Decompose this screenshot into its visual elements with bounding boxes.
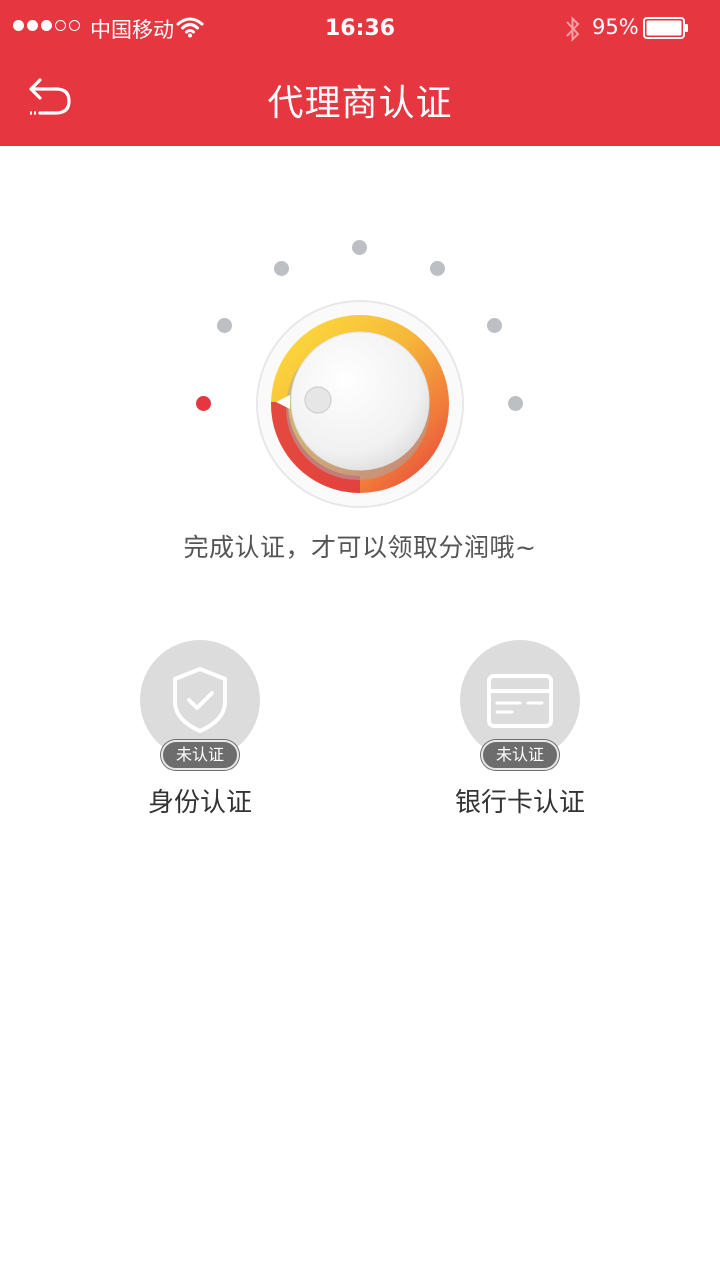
bank-card-verification-button[interactable]: 未认证 银行卡认证 — [400, 640, 640, 830]
app-header: 中国移动 16:36 95% 代理商认证 — [0, 0, 720, 146]
level-dot — [508, 396, 523, 411]
bank-card-verification-label: 银行卡认证 — [454, 788, 585, 818]
id-verification-button[interactable]: 未认证 身份认证 — [80, 640, 320, 830]
status-badge: 未认证 — [161, 740, 239, 770]
page-title: 代理商认证 — [267, 83, 453, 124]
status-badge: 未认证 — [481, 740, 559, 770]
battery-percentage: 95% — [592, 15, 639, 39]
level-dot — [430, 261, 445, 276]
level-dot — [352, 240, 367, 255]
hint-text: 完成认证，才可以领取分润哦~ — [183, 533, 537, 562]
level-dot — [196, 396, 211, 411]
bluetooth-icon — [566, 16, 580, 42]
status-bar: 中国移动 16:36 95% — [0, 0, 720, 56]
battery-icon — [643, 17, 688, 39]
id-verification-label: 身份认证 — [147, 788, 252, 818]
level-dot — [487, 318, 502, 333]
level-dot — [217, 318, 232, 333]
level-dot — [274, 261, 289, 276]
knob-icon — [256, 300, 464, 508]
